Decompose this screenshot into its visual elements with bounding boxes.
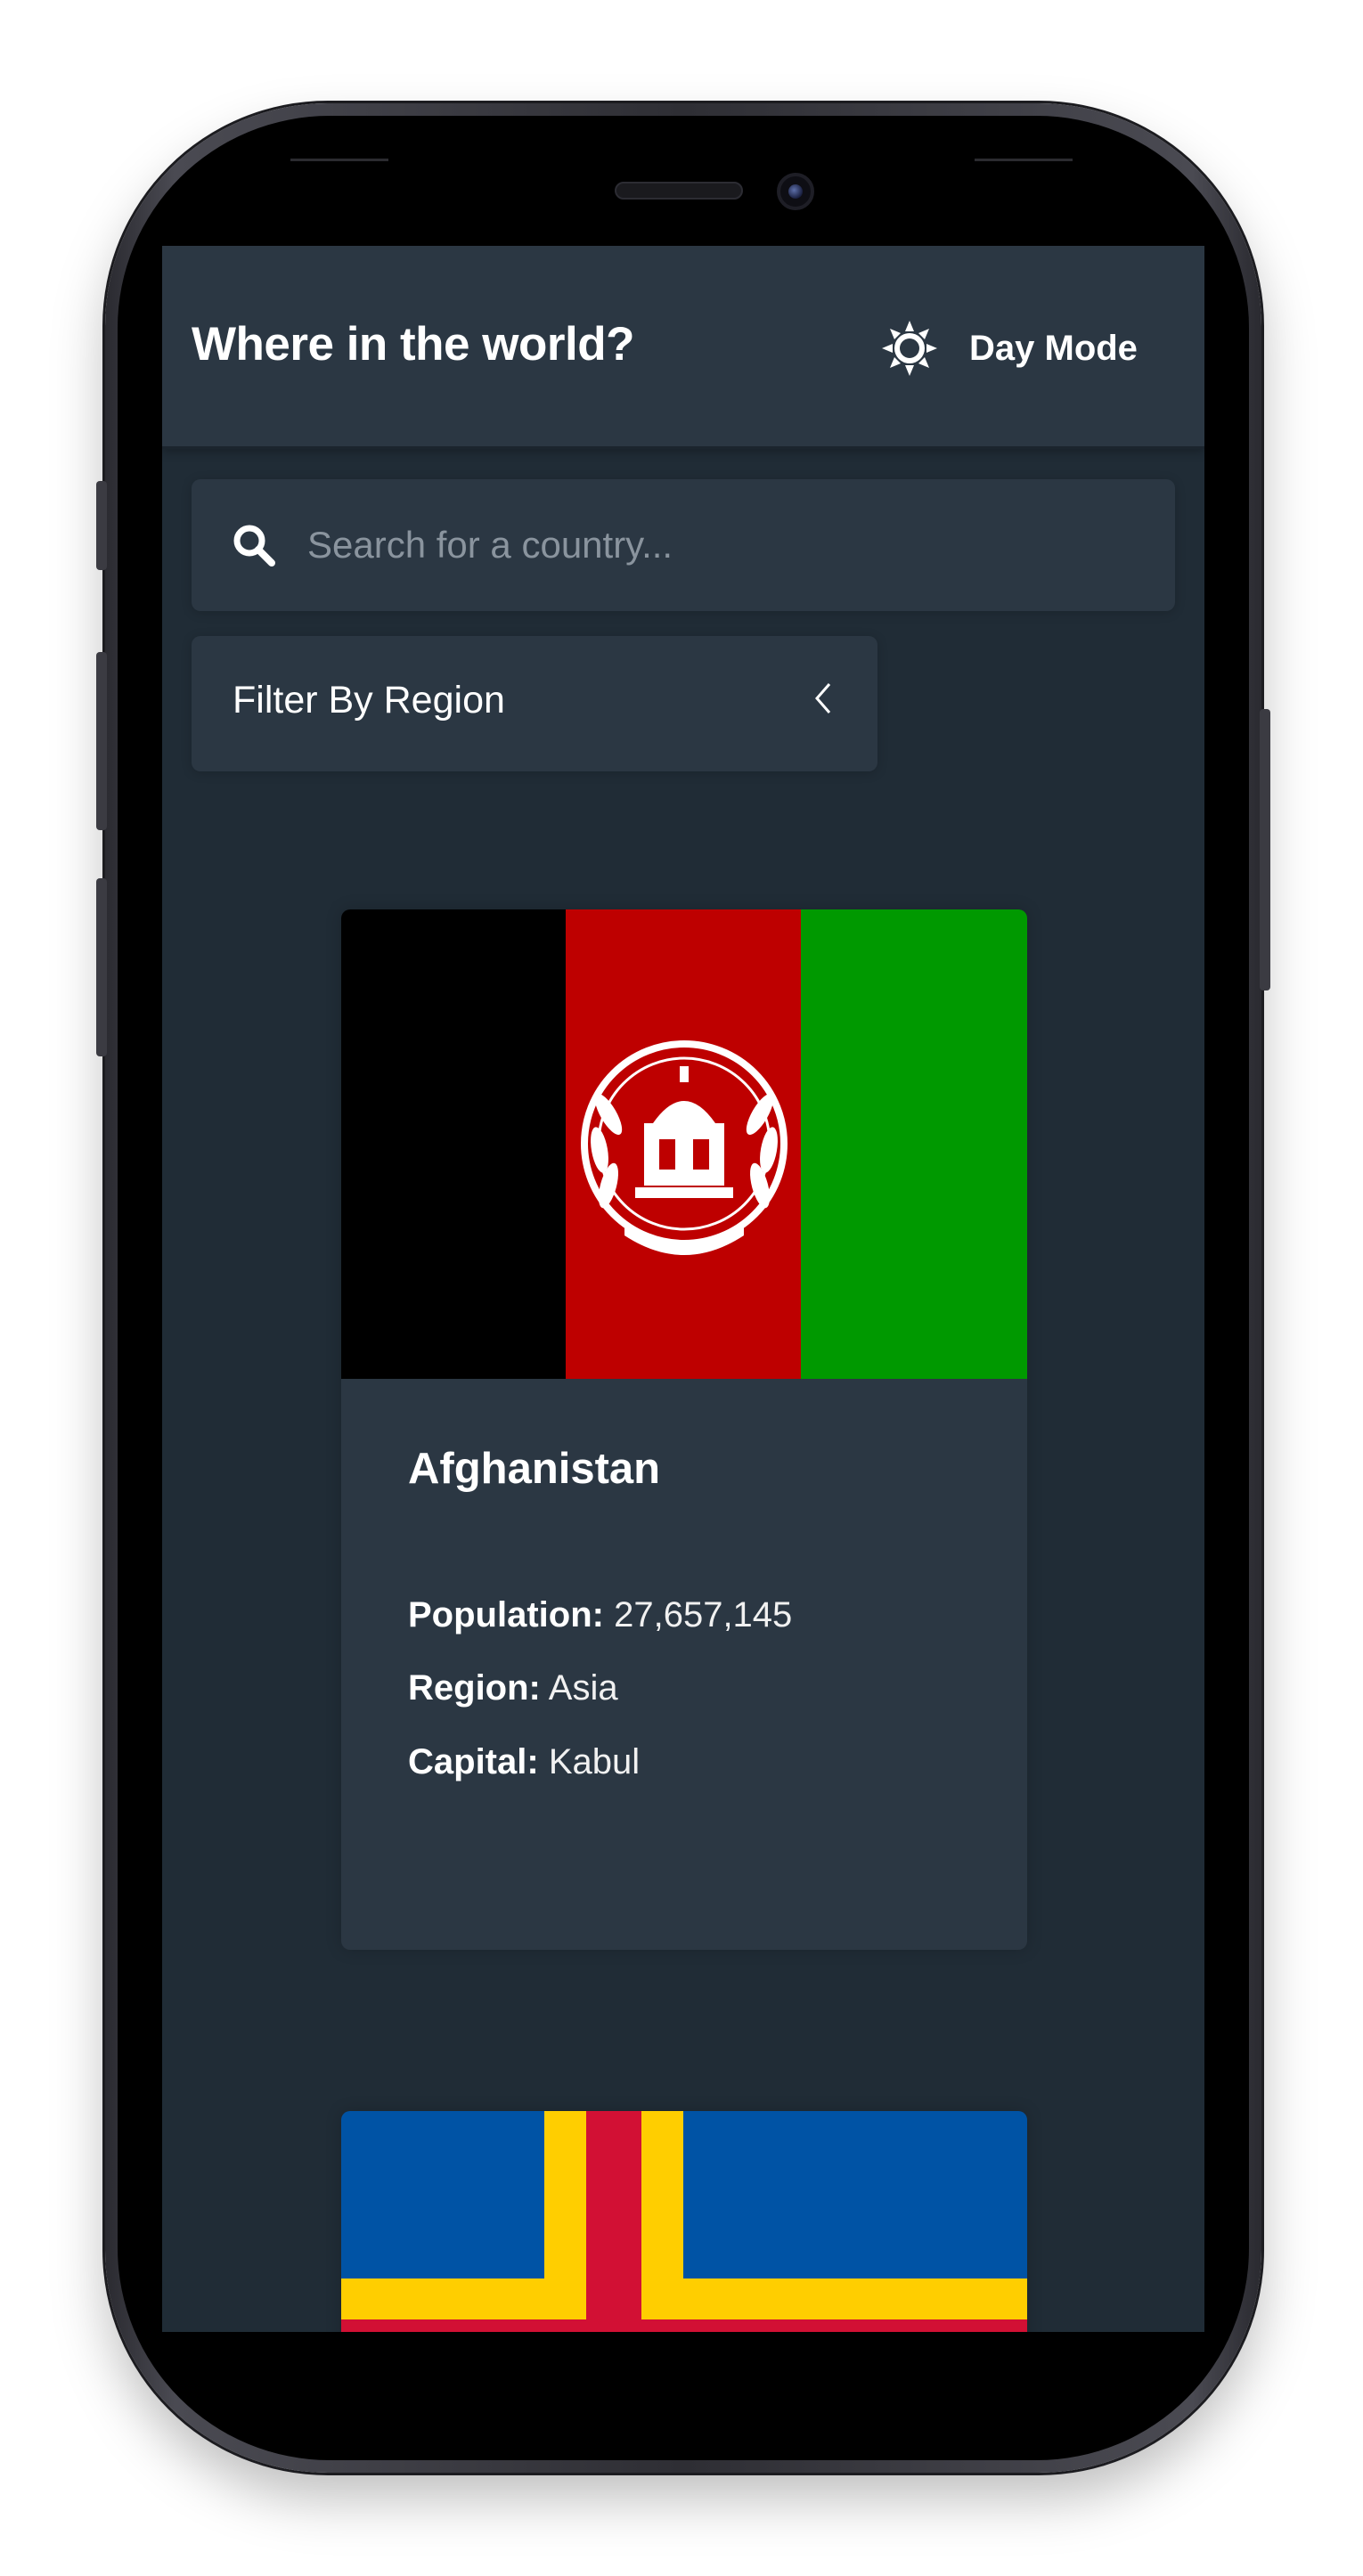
search-bar <box>192 479 1175 611</box>
app-screen: Where in the world? Day Mode Search for … <box>162 246 1204 2332</box>
volume-up-button <box>96 652 107 830</box>
capital-label: Capital: <box>408 1742 539 1781</box>
population-label: Population: <box>408 1595 604 1634</box>
antenna-line-left <box>290 159 388 161</box>
search-input[interactable] <box>307 509 1163 581</box>
earpiece-speaker <box>615 182 743 200</box>
volume-down-button <box>96 878 107 1056</box>
mode-label: Day Mode <box>969 328 1138 368</box>
region-label: Region: <box>408 1668 541 1708</box>
antenna-line-right <box>975 159 1073 161</box>
country-card[interactable]: Afghanistan Population: 27,657,145 Regio… <box>341 909 1027 1950</box>
app-title: Where in the world? <box>192 318 634 371</box>
country-name: Afghanistan <box>408 1445 661 1493</box>
country-card[interactable] <box>341 2111 1027 2332</box>
region-stat: Region: Asia <box>408 1668 618 1708</box>
population-value: 27,657,145 <box>614 1595 793 1634</box>
capital-value: Kabul <box>548 1742 641 1781</box>
population-stat: Population: 27,657,145 <box>408 1595 792 1635</box>
capital-stat: Capital: Kabul <box>408 1742 640 1782</box>
day-mode-toggle[interactable]: Day Mode <box>880 317 1156 379</box>
power-button <box>1260 709 1270 990</box>
front-camera <box>777 173 814 210</box>
sun-icon <box>882 321 937 376</box>
mute-switch <box>96 481 107 570</box>
region-filter-dropdown[interactable]: Filter By Region <box>192 636 877 771</box>
app-header: Where in the world? Day Mode <box>162 246 1204 449</box>
search-icon <box>233 525 275 567</box>
filter-label: Filter By Region <box>233 679 505 721</box>
afghanistan-flag-image <box>341 909 1027 1379</box>
region-value: Asia <box>548 1668 618 1708</box>
country-flag-image <box>341 2111 1027 2332</box>
chevron-left-icon <box>815 683 831 713</box>
